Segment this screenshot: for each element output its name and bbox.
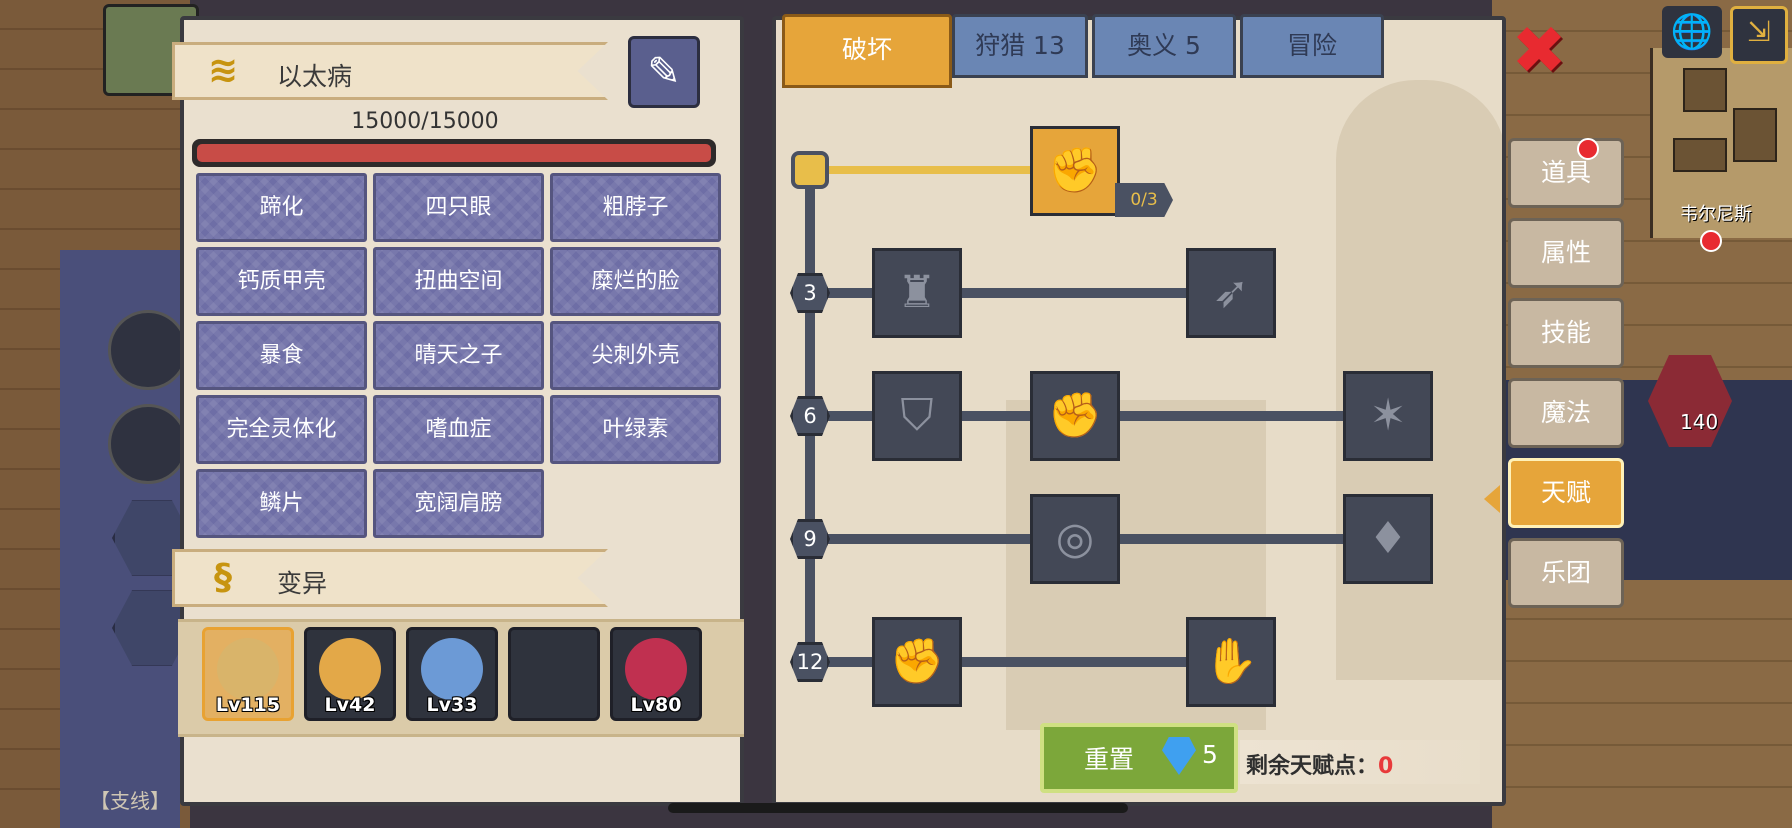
pet-portrait	[217, 638, 279, 700]
side-quest-label[interactable]: 【支线】	[90, 785, 170, 814]
fist-talent-icon[interactable]: ✊	[872, 617, 962, 707]
mutation-pet-slot[interactable]: Lv42	[304, 627, 396, 721]
notification-dot	[1577, 138, 1599, 160]
side-menu-item[interactable]: 乐团	[1508, 538, 1624, 608]
disease-hp-fill	[197, 144, 711, 162]
reset-cost: 5	[1202, 740, 1218, 769]
muscle-body-talent-icon[interactable]: ♜	[872, 248, 962, 338]
talent-tab[interactable]: 破坏	[782, 14, 952, 88]
mutation-banner: § 变异	[172, 549, 608, 607]
trait-chip[interactable]: 鳞片	[196, 469, 367, 538]
notification-dot	[1700, 230, 1722, 252]
remaining-points-value: 0	[1378, 754, 1394, 779]
root-talent-progress: 0/3	[1115, 183, 1173, 217]
disease-hp-bar	[192, 139, 716, 167]
mutation-pet-slot[interactable]: Lv115	[202, 627, 294, 721]
reset-label: 重置	[1084, 745, 1135, 774]
mutation-pet-slot[interactable]: Lv80	[610, 627, 702, 721]
talent-tab[interactable]: 奥义 5	[1092, 14, 1236, 78]
splash-strike-talent-icon[interactable]: ✶	[1343, 371, 1433, 461]
arrow-talent-icon[interactable]: ➶	[1186, 248, 1276, 338]
side-menu-item[interactable]: 天赋	[1508, 458, 1624, 528]
bat-skill-icon[interactable]	[108, 310, 188, 390]
row-level-badge: 12	[790, 642, 830, 682]
active-menu-arrow-icon	[1484, 485, 1500, 513]
mutation-title: 变异	[277, 569, 328, 598]
globe-icon[interactable]: 🌐	[1662, 6, 1722, 58]
diamond-icon	[1162, 737, 1196, 775]
pet-level: Lv115	[215, 694, 281, 716]
remaining-points-label: 剩余天赋点：	[1246, 754, 1379, 779]
disease-name: 以太病	[277, 62, 353, 91]
pet-portrait	[421, 638, 483, 700]
pet-portrait	[319, 638, 381, 700]
disease-hp-text: 15000/15000	[351, 109, 499, 134]
disease-banner: ≋ 以太病	[172, 42, 608, 100]
trait-chip[interactable]: 晴天之子	[373, 321, 544, 390]
home-indicator	[668, 803, 1128, 813]
pet-level: Lv33	[426, 694, 478, 716]
side-menu-item[interactable]: 道具	[1508, 138, 1624, 208]
swirl-skill-icon[interactable]	[108, 404, 188, 484]
trait-chip[interactable]: 粗脖子	[550, 173, 721, 242]
trait-chip[interactable]: 蹄化	[196, 173, 367, 242]
row-level-badge: 6	[790, 396, 830, 436]
shield-break-talent-icon[interactable]: ⛉	[872, 371, 962, 461]
close-icon[interactable]: ✖	[1510, 18, 1568, 84]
syringe-button[interactable]: ✎	[628, 36, 700, 108]
trait-chip[interactable]: 宽阔肩膀	[373, 469, 544, 538]
trait-chip[interactable]: 糜烂的脸	[550, 247, 721, 316]
wind-icon: ≋	[207, 50, 239, 91]
row-level-badge: 9	[790, 519, 830, 559]
potion-count: 140	[1680, 410, 1719, 434]
reset-talent-button[interactable]: 重置 5	[1040, 723, 1238, 793]
remaining-points: 剩余天赋点：0	[1240, 740, 1480, 784]
dna-icon: §	[214, 557, 232, 598]
trait-chip[interactable]: 嗜血症	[373, 395, 544, 464]
trait-chip[interactable]: 钙质甲壳	[196, 247, 367, 316]
trait-chip[interactable]: 完全灵体化	[196, 395, 367, 464]
tree-root-branch	[810, 166, 1035, 174]
minimap-room	[1733, 108, 1777, 162]
side-menu-item[interactable]: 技能	[1508, 298, 1624, 368]
trait-chip[interactable]: 暴食	[196, 321, 367, 390]
minimap-room	[1683, 68, 1727, 112]
minimap-room	[1673, 138, 1727, 172]
tree-root-node	[791, 151, 829, 189]
pet-level: Lv80	[630, 694, 682, 716]
punch-talent-icon[interactable]: ✊	[1030, 371, 1120, 461]
trait-chip[interactable]: 叶绿素	[550, 395, 721, 464]
grab-hand-talent-icon[interactable]: ✋	[1186, 617, 1276, 707]
talent-tab[interactable]: 狩猎 13	[952, 14, 1088, 78]
npc-name: 韦尔尼斯	[1680, 204, 1752, 225]
trait-chip[interactable]: 扭曲空间	[373, 247, 544, 316]
arm-wrestle-talent-icon[interactable]: ✊	[1030, 126, 1120, 216]
exit-icon[interactable]: ⇲	[1730, 6, 1788, 64]
bat-wing-talent-icon[interactable]: ♦	[1343, 494, 1433, 584]
side-menu-item[interactable]: 属性	[1508, 218, 1624, 288]
side-menu-item[interactable]: 魔法	[1508, 378, 1624, 448]
ground-ring-talent-icon[interactable]: ◎	[1030, 494, 1120, 584]
pet-level: Lv42	[324, 694, 376, 716]
trait-chip[interactable]: 尖刺外壳	[550, 321, 721, 390]
pet-portrait	[625, 638, 687, 700]
trait-chip[interactable]: 四只眼	[373, 173, 544, 242]
mutation-pet-slot[interactable]	[508, 627, 600, 721]
talent-tab[interactable]: 冒险	[1240, 14, 1384, 78]
row-level-badge: 3	[790, 273, 830, 313]
mutation-pet-slot[interactable]: Lv33	[406, 627, 498, 721]
